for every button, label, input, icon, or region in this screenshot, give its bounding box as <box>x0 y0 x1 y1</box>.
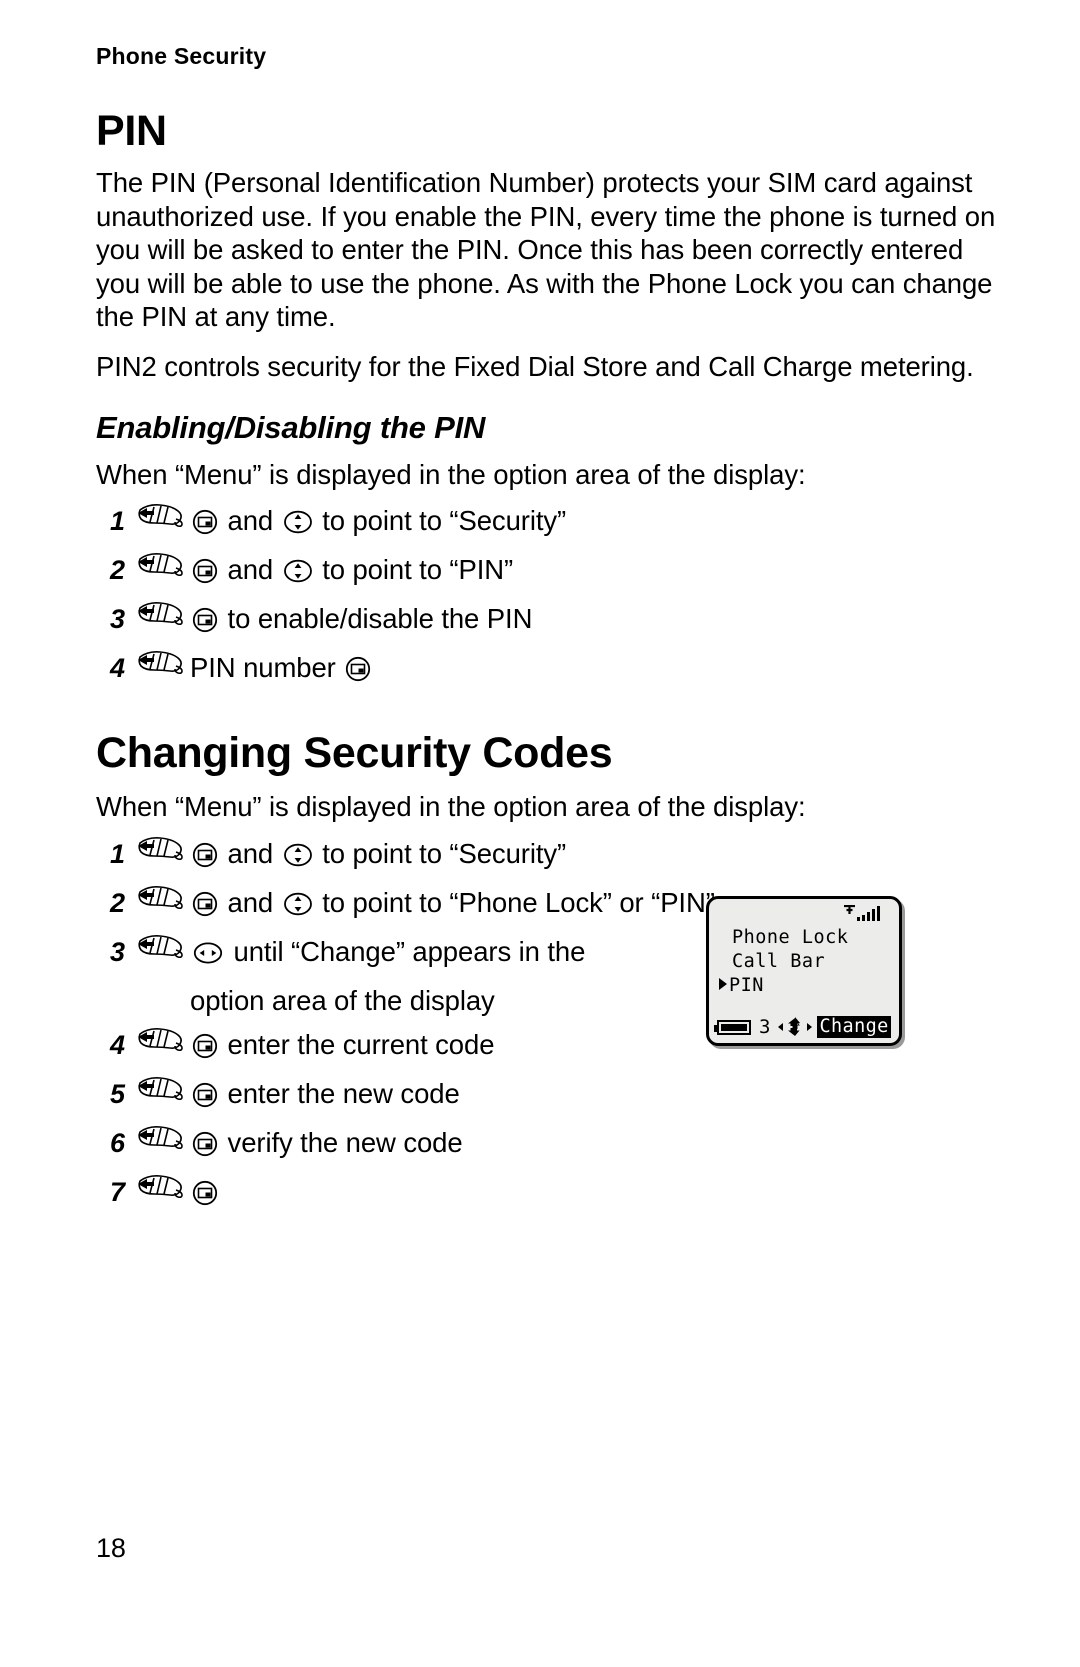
step-text-segment: to point to “Security” <box>314 505 567 537</box>
pointing-hand-icon <box>130 499 190 528</box>
step-text-segment: enter the new code <box>220 1077 460 1109</box>
phone-display-illustration: Phone Lock Call Bar PIN 3 Change <box>706 896 902 1046</box>
step-number: 4 <box>110 1029 125 1060</box>
step-text: and to point to “Security” <box>190 832 1006 881</box>
battery-tip <box>714 1024 717 1032</box>
list-item: 3 to enable/disable the PIN <box>96 597 1006 646</box>
selection-caret-icon <box>719 978 727 990</box>
up-down-navigation-icon <box>283 886 313 930</box>
page-number: 18 <box>96 1533 126 1563</box>
list-item: 1 and to point to “Security” <box>96 832 1006 881</box>
list-item: 4 PIN number <box>96 646 1006 695</box>
step-text: and to point to “PIN” <box>190 548 1006 597</box>
step-text: enter the new code <box>190 1072 1006 1121</box>
list-item: 7 <box>96 1170 1006 1219</box>
select-key-icon <box>192 553 218 597</box>
list-item: 5 enter the new code <box>96 1072 1006 1121</box>
softkey-change-button[interactable]: Change <box>817 1016 891 1038</box>
step-number: 3 <box>110 604 125 635</box>
left-right-navigation-icon <box>192 935 224 979</box>
paragraph-pin2-description: PIN2 controls security for the Fixed Dia… <box>96 350 974 382</box>
step-text-segment: and <box>220 886 281 918</box>
step-text: to enable/disable the PIN <box>190 597 1006 646</box>
step-text-segment: and <box>220 554 281 586</box>
subheading-enabling-disabling-pin: Enabling/Disabling the PIN <box>96 410 486 446</box>
step-number: 1 <box>110 506 125 537</box>
pointing-hand-icon <box>130 597 190 626</box>
select-key-icon <box>192 1077 218 1121</box>
pointing-hand-icon <box>130 548 190 577</box>
step-number: 2 <box>110 555 125 586</box>
section-heading-changing-security-codes: Changing Security Codes <box>96 729 613 778</box>
select-key-icon <box>345 651 371 695</box>
step-text: verify the new code <box>190 1121 1006 1170</box>
step-text: and to point to “Security” <box>190 499 1006 548</box>
running-head: Phone Security <box>96 43 267 69</box>
signal-strength-icon <box>844 905 888 922</box>
list-item: 6 verify the new code <box>96 1121 1006 1170</box>
phone-status-bar: 3 Change <box>714 1015 899 1039</box>
document-page: Phone Security PIN The PIN (Personal Ide… <box>0 0 1080 1667</box>
step-text-segment: PIN number <box>190 652 344 684</box>
pointing-hand-icon <box>130 1072 190 1101</box>
list-item: 2 and <box>96 548 1006 597</box>
menu-item-call-bar[interactable]: Call Bar <box>719 950 893 974</box>
select-key-icon <box>192 1175 218 1219</box>
step-text-segment: to enable/disable the PIN <box>220 603 533 635</box>
step-number: 6 <box>110 1127 125 1158</box>
step-text-segment: to point to “PIN” <box>314 554 514 586</box>
menu-item-label: PIN <box>729 975 764 996</box>
select-key-icon <box>192 886 218 930</box>
intro-text-enabling-pin: When “Menu” is displayed in the option a… <box>96 458 806 490</box>
step-number: 7 <box>110 1176 125 1207</box>
menu-item-pin[interactable]: PIN <box>719 974 893 998</box>
step-text-segment: to point to “Phone Lock” or “PIN” <box>314 886 715 918</box>
menu-item-phone-lock[interactable]: Phone Lock <box>719 926 893 950</box>
select-key-icon <box>192 837 218 881</box>
step-number: 2 <box>110 887 125 918</box>
pointing-hand-icon <box>130 881 190 910</box>
step-text <box>190 1170 1006 1219</box>
step-text-segment: verify the new code <box>220 1126 463 1158</box>
paragraph-pin-description: The PIN (Personal Identification Number)… <box>96 167 996 333</box>
step-number: 1 <box>110 838 125 869</box>
pointing-hand-icon <box>130 646 190 675</box>
pointing-hand-icon <box>130 930 190 959</box>
phone-screen: Phone Lock Call Bar PIN 3 Change <box>706 896 902 1046</box>
step-text-segment: to point to “Security” <box>314 837 567 869</box>
select-key-icon <box>192 1028 218 1072</box>
battery-level-value: 3 <box>759 1016 771 1038</box>
step-text-segment: enter the current code <box>220 1028 495 1060</box>
pointing-hand-icon <box>130 1121 190 1150</box>
step-number: 5 <box>110 1078 125 1109</box>
navigation-pad-icon <box>777 1017 813 1037</box>
up-down-navigation-icon <box>283 837 313 881</box>
up-down-navigation-icon <box>283 553 313 597</box>
step-text-segment: and <box>220 505 281 537</box>
list-item: 1 and to point to “Security” <box>96 499 1006 548</box>
phone-menu-list: Phone Lock Call Bar PIN <box>719 926 893 998</box>
select-key-icon <box>192 602 218 646</box>
pointing-hand-icon <box>130 832 190 861</box>
battery-icon <box>714 1019 751 1035</box>
select-key-icon <box>192 1126 218 1170</box>
pointing-hand-icon <box>130 1023 190 1052</box>
steps-list-enabling-pin: 1 and to point to “Security” 2 and to po… <box>96 499 1006 695</box>
step-number: 4 <box>110 653 125 684</box>
phone-screen-content: Phone Lock Call Bar PIN 3 Change <box>709 899 899 1043</box>
step-text: PIN number <box>190 646 1006 695</box>
step-number: 3 <box>110 936 125 967</box>
intro-text-changing-codes: When “Menu” is displayed in the option a… <box>96 791 806 823</box>
select-key-icon <box>192 504 218 548</box>
up-down-navigation-icon <box>283 504 313 548</box>
step-text-segment: until “Change” appears in the <box>226 935 586 967</box>
section-heading-pin: PIN <box>96 107 167 156</box>
step-text-segment: and <box>220 837 281 869</box>
pointing-hand-icon <box>130 1170 190 1199</box>
